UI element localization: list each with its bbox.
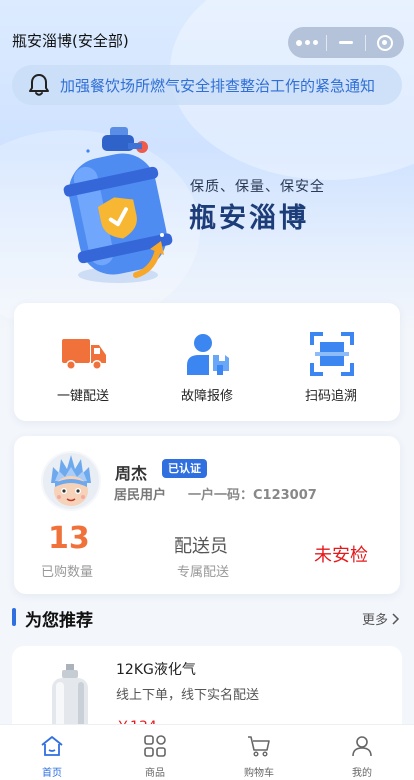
user-info-card: 周杰 已认证 居民用户 一户一码：C123007 13 已购数量 配送员 专属配… [14,436,400,594]
more-link[interactable]: 更多 [362,609,400,628]
section-accent-bar [12,608,16,626]
recommend-header: 为您推荐 更多 [12,605,402,631]
quick-actions-card: 一键配送 故障报修 扫码追溯 [14,303,400,421]
quick-action-scan[interactable]: 扫码追溯 [276,303,386,421]
tab-label: 购物车 [244,768,274,779]
tab-home[interactable]: 首页 [22,725,82,780]
chevron-right-icon [392,612,400,625]
hero-brand: 瓶安淄博 [189,203,309,234]
quick-action-label: 一键配送 [56,389,109,404]
close-button[interactable] [366,27,404,58]
minimize-icon [339,41,353,44]
quick-action-delivery[interactable]: 一键配送 [28,303,138,421]
purchase-count-label: 已购数量 [41,565,94,580]
notice-bar[interactable]: 加强餐饮场所燃气安全排查整治工作的紧急通知 [12,65,402,105]
more-label: 更多 [361,613,388,628]
household-code: 一户一码：C123007 [188,488,317,503]
recommend-title: 为您推荐 [25,611,93,631]
page-title: 瓶安淄博(安全部) [12,32,129,50]
user-type: 居民用户 [114,488,167,503]
tab-products[interactable]: 商品 [125,725,185,780]
tab-label: 商品 [145,768,165,779]
mini-program-capsule [288,27,404,58]
tab-bar: 首页 商品 购物车 我的 [0,724,414,780]
gas-bottle-illustration [63,127,173,283]
close-target-icon [377,34,393,51]
verified-badge: 已认证 [162,459,207,478]
user-icon [352,736,372,757]
quick-action-label: 故障报修 [180,389,233,404]
user-name: 周杰 [115,464,148,483]
avatar[interactable] [41,451,101,511]
tab-cart[interactable]: 购物车 [229,725,289,780]
truck-icon [62,339,106,370]
navigation-bar: 瓶安淄博(安全部) [0,0,414,60]
home-icon [41,736,63,756]
more-dots-icon [296,39,318,46]
delivery-role-label: 专属配送 [177,565,230,580]
avatar-image [51,455,91,506]
notice-text: 加强餐饮场所燃气安全排查整治工作的紧急通知 [60,76,376,95]
quick-action-repair[interactable]: 故障报修 [152,303,262,421]
delivery-role: 配送员 [174,536,228,557]
purchase-count: 13 [48,521,90,556]
product-description: 线上下单，线下实名配送 [116,688,260,703]
tab-label: 首页 [42,768,62,779]
quick-action-label: 扫码追溯 [304,389,357,404]
cart-icon [248,736,270,757]
inspection-status[interactable]: 未安检 [314,541,368,567]
tab-label: 我的 [352,768,372,779]
tab-profile[interactable]: 我的 [332,725,392,780]
hero-subtitle: 保质、保量、保安全 [190,179,325,195]
scan-icon [310,332,354,376]
repair-icon [187,334,229,375]
bell-icon [29,74,49,96]
minimize-button[interactable] [327,27,365,58]
product-name: 12KG液化气 [116,662,196,678]
grid-icon [144,735,166,757]
more-button[interactable] [288,27,326,58]
